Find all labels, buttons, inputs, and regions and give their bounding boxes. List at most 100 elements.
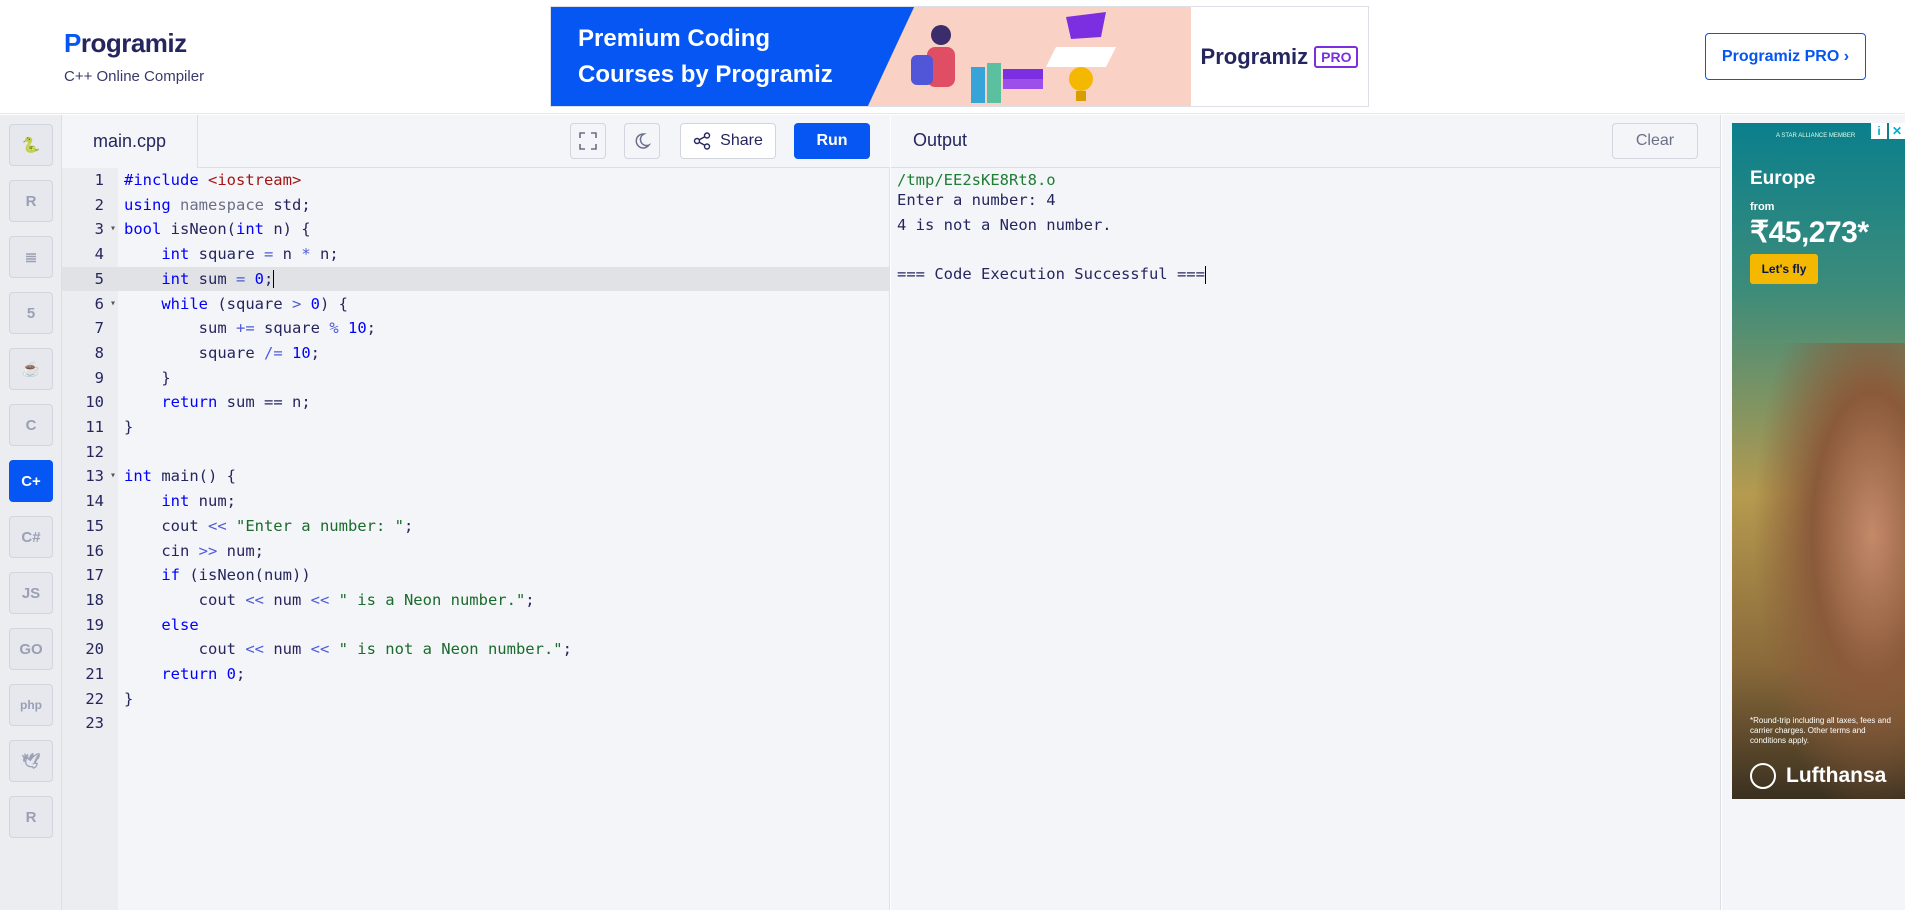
line-number: 11 [85,418,104,436]
code-line[interactable]: square /= 10; [118,341,890,366]
code-line[interactable]: return sum == n; [118,390,890,415]
code-line[interactable]: sum += square % 10; [118,316,890,341]
banner-brand-name: Programiz [1200,43,1309,69]
sidebar-lang-sql[interactable]: ≣ [9,236,53,278]
line-number: 12 [85,442,104,461]
go-icon: GO [19,640,43,658]
python-icon: 🐍 [21,137,41,154]
programiz-logo[interactable]: Programiz [64,28,187,59]
code-line[interactable]: #include <iostream> [118,168,890,193]
theme-toggle-button[interactable] [624,123,660,159]
line-number: 14 [85,492,104,511]
code-line[interactable] [118,440,890,465]
fullscreen-button[interactable] [570,123,606,159]
code-line[interactable]: cin >> num; [118,539,890,564]
code-line[interactable]: while (square > 0) { [118,292,890,317]
logo-text: rogramiz [80,28,187,58]
share-button[interactable]: Share [680,123,776,159]
sidebar-lang-html[interactable]: 5 [9,292,53,334]
line-number: 21 [85,665,104,683]
line-number: 3 [62,217,118,242]
ad-cta-button[interactable]: Let's fly [1750,254,1818,284]
cpp-icon: C+ [21,472,41,490]
code-line[interactable]: } [118,366,890,391]
line-number: 1 [94,171,104,189]
sidebar-lang-c[interactable]: C [9,404,53,446]
code-line[interactable]: int sum = 0; [118,266,890,292]
text-cursor [273,270,275,289]
line-number-gutter: 1234567891011121314151617181920212223 [62,168,118,910]
line-number: 15 [85,516,104,535]
code-line-text: } [124,689,134,708]
code-line-text: sum += square % 10; [124,319,376,338]
code-line[interactable]: return 0; [118,662,890,687]
sql-icon: ≣ [24,249,38,266]
ad-destination: Europe [1750,168,1816,189]
code-line[interactable]: cout << num << " is a Neon number."; [118,588,890,613]
code-line-text: while (square > 0) { [161,294,348,313]
line-number: 7 [94,319,104,338]
output-panel: Output Clear /tmp/EE2sKE8Rt8.o Enter a n… [891,115,1721,910]
sidebar-lang-csharp[interactable]: C# [9,516,53,558]
output-title: Output [913,130,968,150]
promo-banner[interactable]: Premium Coding Courses by Programiz Prog… [550,6,1369,107]
code-line-text: bool isNeon(int n) { [124,220,311,239]
sidebar-lang-r[interactable]: R [9,180,53,222]
sidebar-lang-rust[interactable]: R [9,796,53,838]
code-line-text: cout << num << " is a Neon number."; [124,590,535,609]
code-line-text: #include <iostream> [124,171,302,189]
code-line[interactable]: bool isNeon(int n) { [118,217,890,242]
code-line[interactable]: int square = n * n; [118,242,890,267]
banner-illustration [861,7,1191,106]
line-number: 9 [94,368,104,387]
html-icon: 5 [26,304,36,322]
code-line[interactable]: else [118,613,890,638]
sidebar-lang-php[interactable]: php [9,684,53,726]
line-number: 13 [62,464,118,489]
line-number: 19 [85,615,104,634]
code-line-text: cin >> num; [124,541,264,560]
sidebar-lang-javascript[interactable]: JS [9,572,53,614]
line-number: 16 [85,541,104,560]
ad-controls: i ✕ [1871,123,1905,139]
code-line-text: cout << num << " is not a Neon number."; [124,640,572,659]
file-tab-main[interactable]: main.cpp [62,115,198,168]
swift-icon: 🕊 [21,753,41,770]
code-line[interactable]: } [118,415,890,440]
csharp-icon: C# [21,528,41,546]
code-line-text: square /= 10; [124,343,320,362]
banner-art-icon [911,12,1116,103]
javascript-icon: JS [21,584,41,602]
code-line[interactable]: } [118,687,890,712]
java-icon: ☕ [21,361,41,378]
ad-fine-print: *Round-trip including all taxes, fees an… [1750,716,1891,745]
code-line-text: } [124,368,171,387]
code-line[interactable]: cout << num << " is not a Neon number."; [118,637,890,662]
line-number: 18 [85,590,104,609]
clear-output-button[interactable]: Clear [1612,123,1698,159]
ad-close-icon[interactable]: ✕ [1889,123,1905,139]
code-line[interactable]: int main() { [118,464,890,489]
code-line-text: int num; [161,492,236,511]
code-line[interactable]: int num; [118,489,890,514]
code-line[interactable]: if (isNeon(num)) [118,563,890,588]
sidebar-lang-go[interactable]: GO [9,628,53,670]
code-editor[interactable]: #include <iostream> using namespace std; b… [118,168,890,910]
line-number: 20 [85,640,104,659]
code-line[interactable] [118,711,890,736]
r-icon: R [25,192,37,210]
code-line[interactable]: cout << "Enter a number: "; [118,514,890,539]
sidebar-lang-java[interactable]: ☕ [9,348,53,390]
banner-brand: Programiz PRO [1191,7,1368,106]
ad-info-icon[interactable]: i [1871,123,1887,139]
code-line-text: return 0; [161,665,246,683]
sidebar-lang-swift[interactable]: 🕊 [9,740,53,782]
sidebar-lang-python[interactable]: 🐍 [9,124,53,166]
code-line-text: using namespace std; [124,195,311,214]
lufthansa-ad[interactable]: A STAR ALLIANCE MEMBER i ✕ Europe from ₹… [1732,123,1905,799]
code-line[interactable]: using namespace std; [118,193,890,218]
sidebar-lang-cpp[interactable]: C+ [9,460,53,502]
run-button[interactable]: Run [794,123,870,159]
programiz-pro-button[interactable]: Programiz PRO › [1705,33,1866,80]
